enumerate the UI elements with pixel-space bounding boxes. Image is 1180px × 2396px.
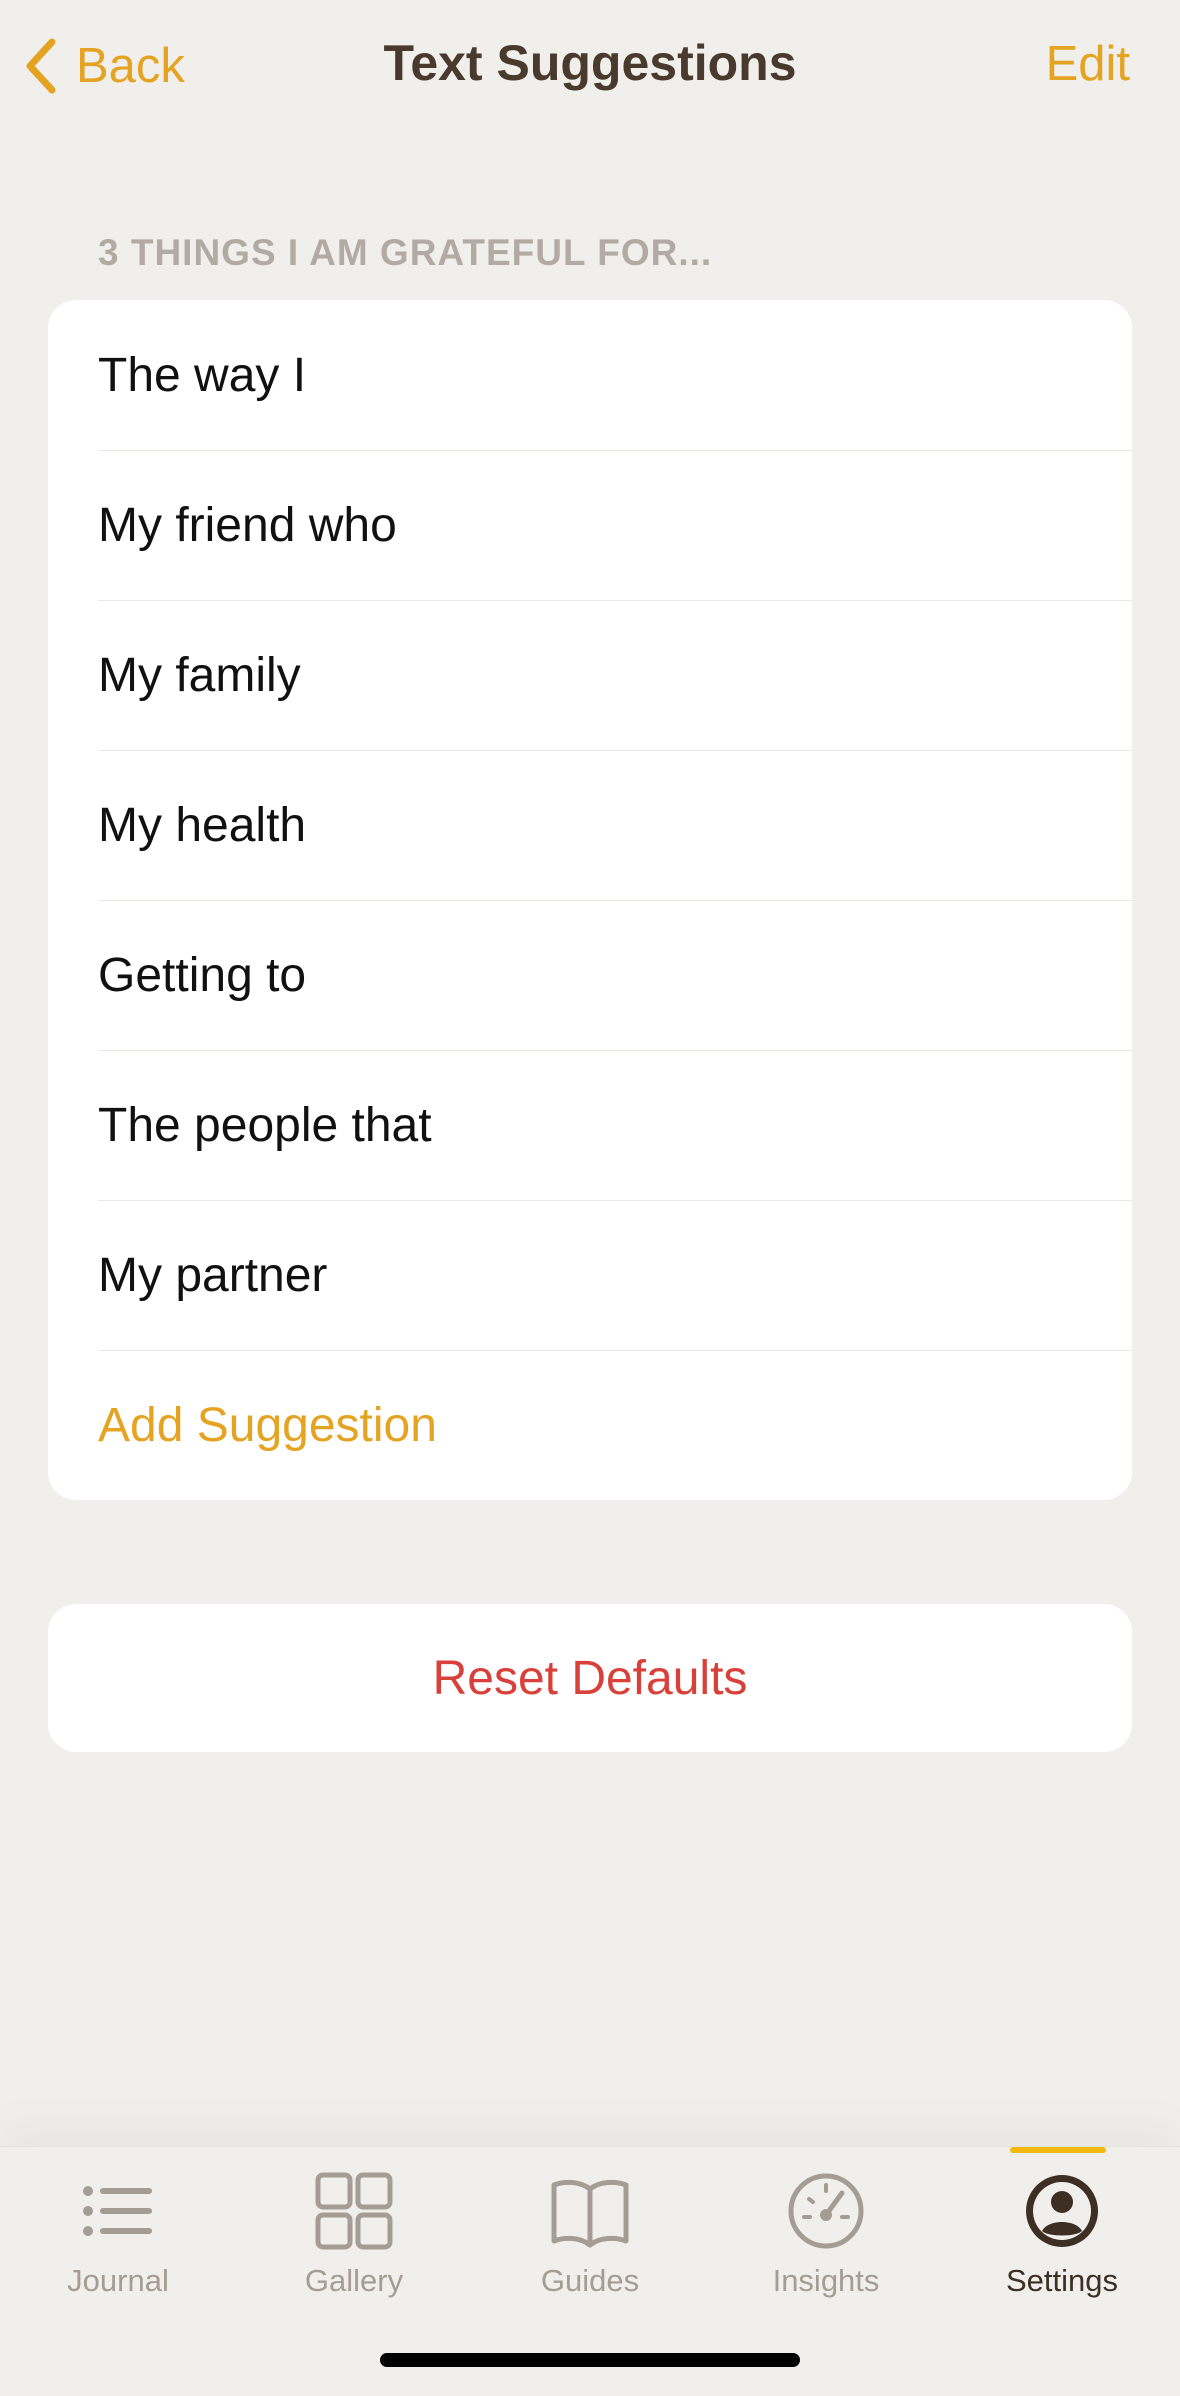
book-icon (551, 2179, 629, 2248)
tab-journal[interactable]: Journal (0, 2169, 236, 2299)
suggestions-list: The way I My friend who My family My hea… (48, 300, 1132, 1500)
suggestion-item[interactable]: The way I (48, 300, 1132, 450)
tab-insights[interactable]: Insights (708, 2169, 944, 2299)
home-indicator (380, 2353, 800, 2367)
page-title: Text Suggestions (383, 35, 797, 91)
reset-defaults-button[interactable]: Reset Defaults (48, 1604, 1132, 1752)
tab-guides[interactable]: Guides (472, 2169, 708, 2299)
tab-label: Journal (67, 2263, 169, 2298)
suggestion-item[interactable]: My family (48, 600, 1132, 750)
tab-label: Gallery (304, 2263, 404, 2298)
tab-label: Guides (540, 2263, 640, 2298)
tab-label: Insights (772, 2263, 880, 2298)
suggestion-item[interactable]: The people that (48, 1050, 1132, 1200)
suggestion-item[interactable]: Getting to (48, 900, 1132, 1050)
screen: Back Text Suggestions Edit 3 THINGS I AM… (0, 0, 1180, 2396)
add-suggestion-button[interactable]: Add Suggestion (48, 1350, 1132, 1500)
navigation-bar: Back Text Suggestions Edit (0, 0, 1180, 140)
suggestion-item[interactable]: My friend who (48, 450, 1132, 600)
list-icon (83, 2186, 152, 2236)
grid-icon (315, 2172, 393, 2250)
gauge-icon (788, 2173, 864, 2249)
edit-button[interactable]: Edit (1046, 36, 1130, 92)
tab-gallery[interactable]: Gallery (236, 2169, 472, 2299)
section-header: 3 THINGS I AM GRATEFUL FOR... (98, 232, 713, 273)
active-tab-indicator (1010, 2147, 1106, 2153)
tab-label: Settings (1005, 2263, 1118, 2298)
person-circle-icon (1026, 2175, 1098, 2247)
suggestion-item[interactable]: My partner (48, 1200, 1132, 1350)
tab-settings[interactable]: Settings (944, 2169, 1180, 2299)
suggestion-item[interactable]: My health (48, 750, 1132, 900)
